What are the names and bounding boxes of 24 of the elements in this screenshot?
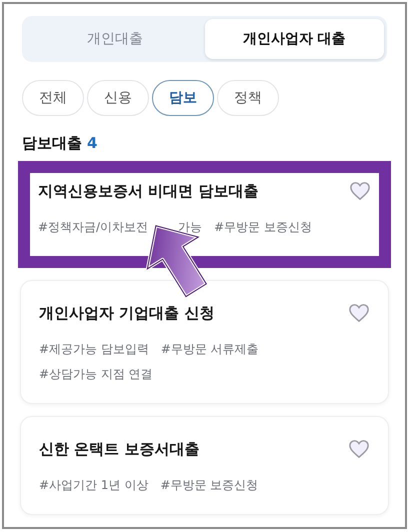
hashtag: #사업기간 1년 이상 [39,477,148,494]
product-card[interactable]: 지역신용보증서 비대면 담보대출 #정책자금/이차보전 가능 #무방문 보증신청 [18,161,391,268]
heart-icon[interactable] [348,439,370,459]
product-title: 지역신용보증서 비대면 담보대출 [38,182,258,200]
product-card[interactable]: 신한 온택트 보증서대출 #사업기간 1년 이상 #무방문 보증신청 [20,416,389,515]
hashtag: #무방문 보증신청 [160,477,258,494]
hashtag: #무방문 서류제출 [160,341,259,358]
heart-icon[interactable] [348,303,370,323]
hashtag: #정책자금/이차보전 [38,219,148,236]
hashtag: #상담가능 지점 연결 [39,366,153,383]
filter-chip[interactable]: 담보 [152,80,214,116]
result-count: 4 [87,134,98,152]
hashtag: #제공가능 담보입력 [39,341,149,358]
heart-icon[interactable] [349,181,371,201]
filter-chip[interactable]: 정책 [217,80,279,116]
product-title: 신한 온택트 보증서대출 [39,440,200,458]
section-title: 담보대출 [22,134,82,153]
hashtag: 가능 [178,219,202,236]
product-title: 개인사업자 기업대출 신청 [39,304,214,322]
hashtag: #무방문 보증신청 [214,219,312,236]
filter-chip[interactable]: 전체 [22,80,84,116]
tab[interactable]: 개인사업자 대출 [204,19,384,59]
filter-chip[interactable]: 신용 [87,80,149,116]
product-card[interactable]: 개인사업자 기업대출 신청 #제공가능 담보입력 #무방문 서류제출 #상담가능 지점 연결 [20,280,389,404]
